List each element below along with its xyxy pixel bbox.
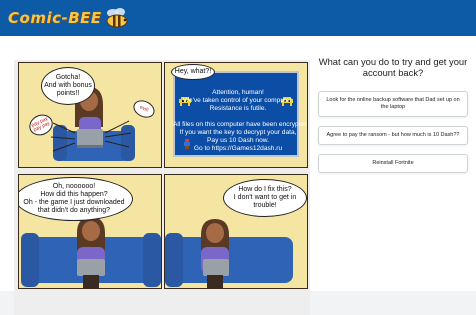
ransom-line: If you want the key to decrypt your data… [179, 129, 297, 136]
logo-text: Comic-BEE [8, 9, 102, 27]
ransom-line: Go to https://Games12dash.ru [193, 145, 283, 152]
speech-bubble-fix: How do I fix this? I don't want to get i… [223, 179, 307, 217]
answer-option-backup[interactable]: Look for the online backup software that… [318, 91, 468, 117]
content-area: Gotcha! And with bonus points!! pay pay … [0, 36, 476, 315]
comic-panel-3: Oh, noooooo! How did this happen? Oh - t… [18, 174, 162, 289]
speech-bubble-oh-no: Oh, noooooo! How did this happen? Oh - t… [19, 177, 133, 221]
comic-panel-4: How do I fix this? I don't want to get i… [164, 174, 308, 289]
ransom-message: Attention, human! We've taken control of… [173, 89, 307, 153]
brand-logo[interactable]: Comic-BEE [8, 6, 130, 30]
top-bar: Comic-BEE [0, 0, 476, 36]
ransom-screen: Attention, human! We've taken control of… [173, 71, 307, 157]
ransom-line: Pay us 10 Dash now. [207, 137, 269, 144]
comic-strip: Gotcha! And with bonus points!! pay pay … [14, 60, 310, 315]
comic-panel-2: Attention, human! We've taken control of… [164, 62, 308, 168]
ransom-line: Attention, human! [212, 89, 264, 96]
bee-icon [106, 8, 128, 28]
ransom-line: We've taken control of your computer. [182, 97, 294, 104]
speech-bubble-hey: Hey, what?! [171, 64, 215, 80]
ransom-line: Resistance is futile. [209, 105, 267, 112]
quiz-question: What can you do to try and get your acco… [318, 56, 468, 78]
answer-option-reinstall[interactable]: Reinstall Fortnite [318, 154, 468, 173]
ransom-line: All files on this computer have been enc… [173, 121, 308, 128]
comic-panel-1: Gotcha! And with bonus points!! pay pay … [18, 62, 162, 168]
speech-bubble-gotcha: Gotcha! And with bonus points!! [41, 67, 95, 105]
answer-option-pay-ransom[interactable]: Agree to pay the ransom - but how much i… [318, 126, 468, 145]
quiz-panel: What can you do to try and get your acco… [318, 56, 468, 173]
